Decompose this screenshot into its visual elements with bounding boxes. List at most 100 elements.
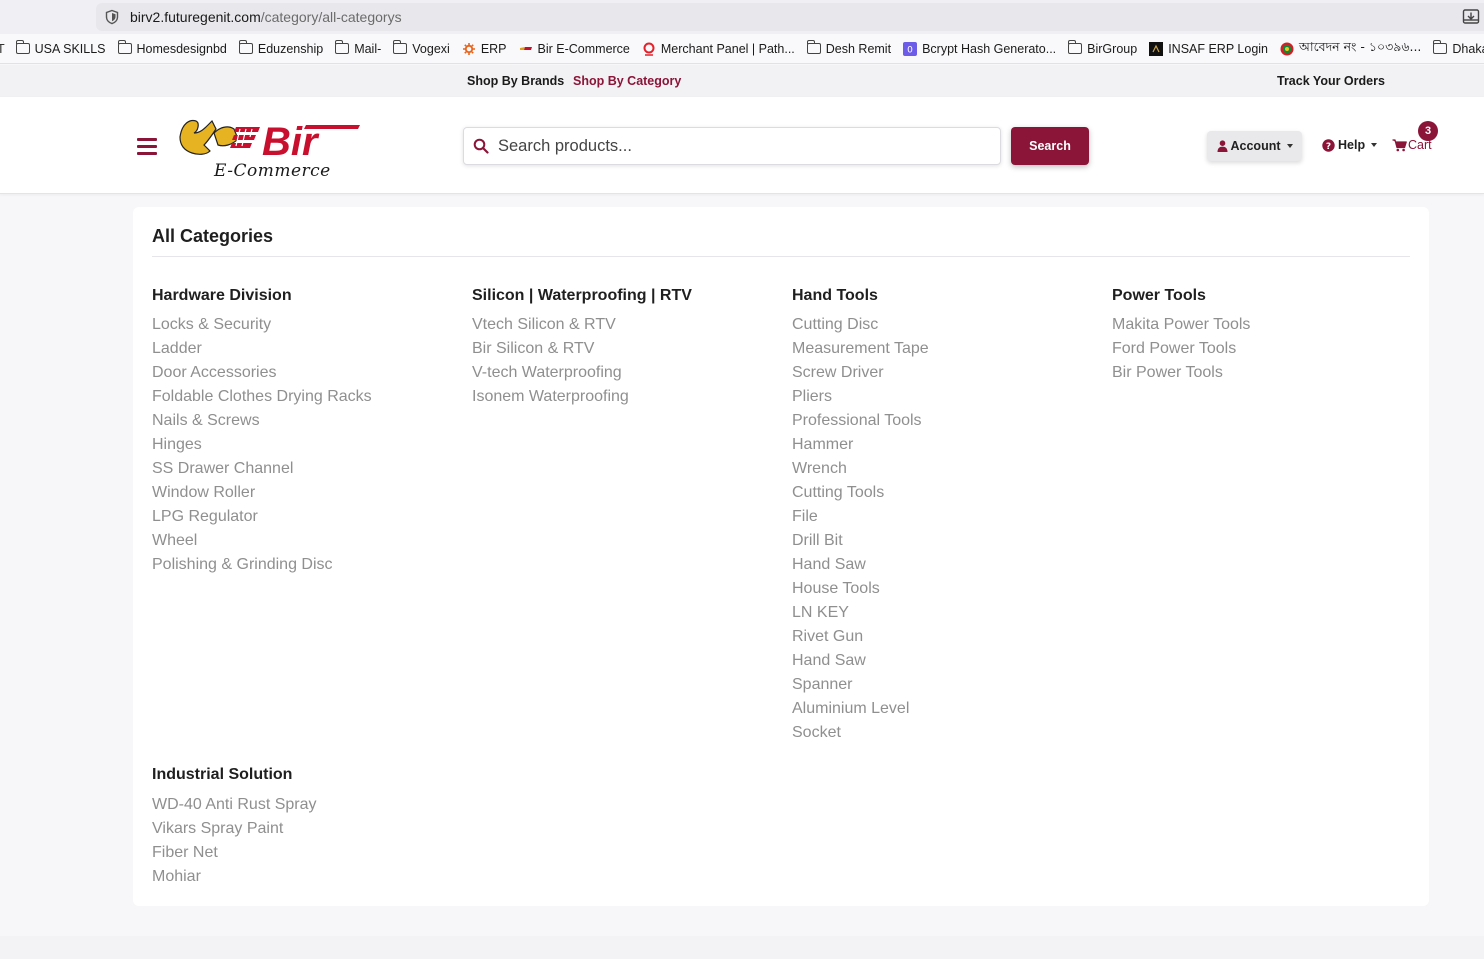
category-link[interactable]: Cutting Disc	[792, 314, 1092, 338]
category-list: Locks & Security Ladder Door Accessories…	[152, 314, 452, 578]
category-link[interactable]: Hand Saw	[792, 554, 1092, 578]
cart-icon	[1392, 138, 1407, 151]
shop-by-brands-link[interactable]: Shop By Brands	[467, 74, 564, 88]
category-link[interactable]: Mohiar	[152, 866, 452, 890]
folder-icon	[335, 40, 350, 54]
category-link[interactable]: Vikars Spray Paint	[152, 818, 452, 842]
category-link[interactable]: Nails & Screws	[152, 410, 452, 434]
search-icon	[473, 138, 489, 154]
category-link[interactable]: Hand Saw	[792, 650, 1092, 674]
bookmark-homesdesignbd[interactable]: Homesdesignbd	[117, 40, 227, 56]
help-label: Help	[1338, 138, 1366, 152]
bookmark-desh-remit[interactable]: Desh Remit	[806, 40, 892, 56]
category-link[interactable]: Cutting Tools	[792, 482, 1092, 506]
menu-hamburger-icon[interactable]	[137, 138, 157, 155]
category-link[interactable]: LN KEY	[792, 602, 1092, 626]
category-link[interactable]: Socket	[792, 722, 1092, 746]
category-link[interactable]: Wrench	[792, 458, 1092, 482]
category-link[interactable]: Polishing & Grinding Disc	[152, 554, 452, 578]
bookmark-insaf-erp[interactable]: INSAF ERP Login	[1149, 41, 1268, 56]
site-header: Bir E-Commerce Search Account ? Help Car…	[0, 97, 1484, 194]
bookmark-label: Desh Remit	[825, 41, 892, 56]
search-box	[463, 127, 1001, 165]
category-link[interactable]: Professional Tools	[792, 410, 1092, 434]
category-link[interactable]: House Tools	[792, 578, 1092, 602]
category-link[interactable]: Bir Power Tools	[1112, 362, 1412, 386]
category-heading[interactable]: Silicon | Waterproofing | RTV	[472, 286, 772, 314]
erp-favicon-icon	[462, 42, 475, 55]
category-list: Cutting Disc Measurement Tape Screw Driv…	[792, 314, 1092, 746]
category-column-power-tools: Power Tools Makita Power Tools Ford Powe…	[1112, 286, 1412, 386]
category-list: Makita Power Tools Ford Power Tools Bir …	[1112, 314, 1412, 386]
category-column-silicon: Silicon | Waterproofing | RTV Vtech Sili…	[472, 286, 772, 410]
cart-count-badge: 3	[1418, 121, 1438, 141]
folder-icon	[1433, 40, 1448, 54]
category-link[interactable]: Window Roller	[152, 482, 452, 506]
category-link[interactable]: Fiber Net	[152, 842, 452, 866]
download-icon[interactable]	[1462, 8, 1480, 26]
bookmark-vogexi[interactable]: Vogexi	[393, 40, 450, 56]
bookmark-dhaka-rangers[interactable]: Dhaka Rangers	[1433, 40, 1484, 56]
browser-url-bar: birv2.futuregenit.com/category/all-categ…	[0, 0, 1484, 34]
category-list: Vtech Silicon & RTV Bir Silicon & RTV V-…	[472, 314, 772, 410]
bookmark-eduzenship[interactable]: Eduzenship	[238, 40, 323, 56]
category-link[interactable]: Door Accessories	[152, 362, 452, 386]
bookmark-abedon[interactable]: আবেদন নং - ১০৩৯৬...	[1280, 39, 1421, 59]
category-link[interactable]: Hammer	[792, 434, 1092, 458]
category-link[interactable]: Hinges	[152, 434, 452, 458]
category-link[interactable]: V-tech Waterproofing	[472, 362, 772, 386]
chevron-down-icon	[1371, 143, 1378, 147]
account-dropdown[interactable]: Account	[1207, 131, 1302, 161]
bookmark-label: Merchant Panel | Path...	[660, 41, 795, 56]
category-link[interactable]: Bir Silicon & RTV	[472, 338, 772, 362]
category-link[interactable]: SS Drawer Channel	[152, 458, 452, 482]
bookmark-merchant-panel[interactable]: Merchant Panel | Path...	[642, 42, 795, 56]
shield-icon[interactable]	[104, 9, 120, 25]
category-heading[interactable]: Hand Tools	[792, 286, 1092, 314]
search-input[interactable]	[498, 136, 978, 156]
category-link[interactable]: Measurement Tape	[792, 338, 1092, 362]
bookmark-label: ERP	[480, 41, 507, 56]
bookmark-erp[interactable]: ERP	[462, 42, 507, 56]
bookmark-usa-skills[interactable]: USA SKILLS	[15, 40, 106, 56]
bookmark-birgroup[interactable]: BirGroup	[1068, 40, 1137, 56]
category-link[interactable]: Vtech Silicon & RTV	[472, 314, 772, 338]
category-link[interactable]: Spanner	[792, 674, 1092, 698]
category-link[interactable]: File	[792, 506, 1092, 530]
category-list: WD-40 Anti Rust Spray Vikars Spray Paint…	[152, 794, 452, 890]
category-link[interactable]: Rivet Gun	[792, 626, 1092, 650]
category-heading[interactable]: Hardware Division	[152, 286, 452, 314]
help-dropdown[interactable]: ? Help	[1322, 138, 1378, 152]
category-link[interactable]: Ford Power Tools	[1112, 338, 1412, 362]
category-link[interactable]: Drill Bit	[792, 530, 1092, 554]
address-field[interactable]: birv2.futuregenit.com/category/all-categ…	[96, 3, 1484, 31]
category-link[interactable]: WD-40 Anti Rust Spray	[152, 794, 452, 818]
bookmark-label: USA SKILLS	[34, 41, 106, 56]
bookmark-overflow-edge: T	[0, 42, 5, 56]
category-link[interactable]: LPG Regulator	[152, 506, 452, 530]
category-heading[interactable]: Power Tools	[1112, 286, 1412, 314]
category-link[interactable]: Makita Power Tools	[1112, 314, 1412, 338]
category-link[interactable]: Pliers	[792, 386, 1092, 410]
search-button[interactable]: Search	[1011, 127, 1089, 165]
category-column-hardware: Hardware Division Locks & Security Ladde…	[152, 286, 452, 578]
bookmark-bir-ecommerce[interactable]: Bir E-Commerce	[519, 42, 630, 56]
url-text: birv2.futuregenit.com/category/all-categ…	[130, 9, 402, 25]
question-circle-icon: ?	[1322, 138, 1335, 152]
track-orders-link[interactable]: Track Your Orders	[1277, 74, 1385, 88]
bookmark-bcrypt[interactable]: 0 Bcrypt Hash Generato...	[903, 41, 1056, 56]
bookmark-mail[interactable]: Mail-	[335, 40, 381, 56]
category-link[interactable]: Screw Driver	[792, 362, 1092, 386]
category-link[interactable]: Isonem Waterproofing	[472, 386, 772, 410]
category-link[interactable]: Wheel	[152, 530, 452, 554]
bir-favicon-icon	[519, 46, 532, 50]
bookmark-label: আবেদন নং - ১০৩৯৬...	[1299, 38, 1422, 54]
folder-icon	[117, 40, 132, 54]
category-heading[interactable]: Industrial Solution	[152, 765, 452, 794]
category-link[interactable]: Foldable Clothes Drying Racks	[152, 386, 452, 410]
shop-by-category-link[interactable]: Shop By Category	[573, 74, 681, 88]
category-link[interactable]: Locks & Security	[152, 314, 452, 338]
footer-strip	[0, 936, 1484, 959]
category-link[interactable]: Aluminium Level	[792, 698, 1092, 722]
category-link[interactable]: Ladder	[152, 338, 452, 362]
